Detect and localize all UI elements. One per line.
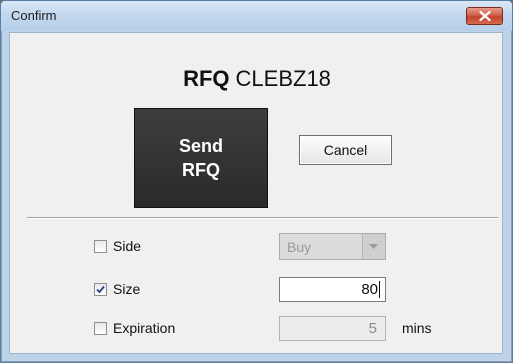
expiration-checkbox[interactable] [94,322,107,335]
side-select-value: Buy [287,239,312,255]
expiration-unit: mins [402,320,432,336]
side-label: Side [113,238,142,254]
window-title: Confirm [11,8,57,23]
dropdown-arrow [362,234,385,259]
rfq-prefix: RFQ [183,66,230,91]
close-button[interactable] [466,7,503,25]
dialog-body: RFQ CLEBZ18 Send RFQ Cancel Side Buy Siz… [9,32,503,354]
expiration-label: Expiration [113,320,176,336]
expiration-input[interactable]: 5 [279,316,386,341]
divider [27,217,498,219]
side-checkbox[interactable] [94,240,107,253]
send-rfq-label-line2: RFQ [182,160,220,180]
send-rfq-button[interactable]: Send RFQ [134,108,268,208]
size-label: Size [113,281,141,297]
rfq-code: CLEBZ18 [235,66,331,91]
cancel-button[interactable]: Cancel [299,135,392,165]
checkmark-icon [96,285,105,294]
title-bar[interactable]: Confirm [1,1,512,31]
close-icon [479,11,491,21]
rfq-heading: RFQ CLEBZ18 [10,66,504,92]
text-caret [379,281,380,298]
size-input[interactable]: 80 [279,277,386,302]
confirm-dialog: Confirm RFQ CLEBZ18 Send RFQ Cancel Side … [0,0,513,363]
size-checkbox[interactable] [94,283,107,296]
side-select[interactable]: Buy [279,233,386,260]
send-rfq-label-line1: Send [178,136,223,156]
cancel-label: Cancel [323,142,368,158]
chevron-down-icon [369,244,378,249]
